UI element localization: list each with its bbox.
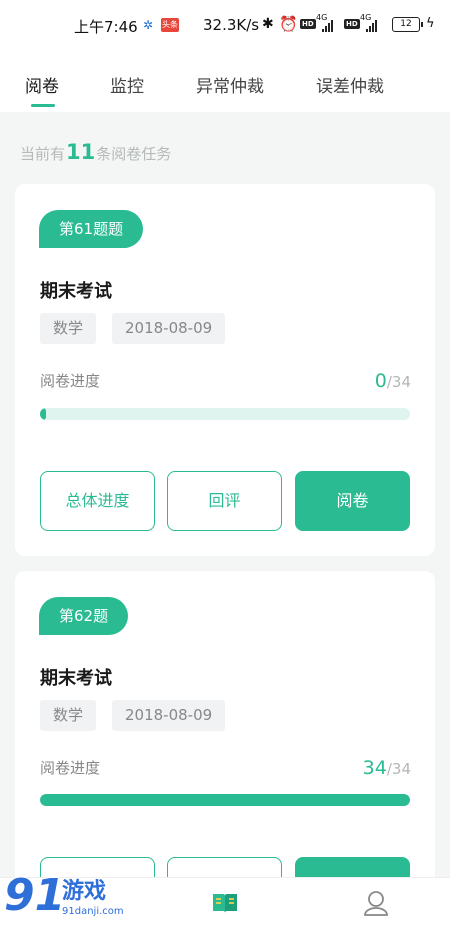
progress-total: /34 bbox=[386, 373, 411, 391]
progress-bar bbox=[40, 408, 410, 420]
progress-label: 阅卷进度 bbox=[40, 759, 101, 777]
subject-tag: 数学 bbox=[40, 313, 97, 344]
task-count-prefix: 当前有 bbox=[20, 145, 66, 163]
charging-icon: ϟ bbox=[426, 16, 435, 31]
progress-bar-fill bbox=[40, 408, 46, 420]
subject-tag: 数学 bbox=[40, 700, 97, 731]
bluetooth-icon: ✱ bbox=[262, 16, 274, 32]
site-watermark-logo: 91 游戏 91danji.com bbox=[2, 866, 142, 924]
question-badge: 第61题题 bbox=[39, 210, 144, 248]
task-card: 第61题题 期末考试 数学 2018-08-09 阅卷进度 0/34 总体进度 … bbox=[15, 184, 435, 556]
signal-icon bbox=[322, 20, 333, 32]
active-tab-indicator bbox=[31, 104, 55, 107]
hd-badge: HD bbox=[300, 19, 316, 29]
tab-error-arbitration[interactable]: 误差仲裁 bbox=[316, 72, 384, 97]
question-badge: 第62题 bbox=[39, 597, 129, 635]
task-count-number: 11 bbox=[66, 140, 96, 164]
review-button[interactable]: 回评 bbox=[167, 471, 282, 531]
grade-button[interactable]: 阅卷 bbox=[295, 471, 410, 531]
progress-label: 阅卷进度 bbox=[40, 372, 101, 390]
exam-name: 期末考试 bbox=[40, 281, 112, 302]
battery-icon: 12 bbox=[392, 17, 423, 32]
nav-profile-icon[interactable] bbox=[361, 888, 391, 918]
status-bar: 上午7:46 ✲ 头条 32.3K/s ✱ ⏰ HD 4G HD 4G 12 ϟ bbox=[0, 0, 450, 52]
progress-bar-fill bbox=[40, 794, 410, 806]
nav-grading-book-icon[interactable] bbox=[210, 888, 240, 918]
tab-bar: 阅卷 监控 异常仲裁 误差仲裁 bbox=[0, 52, 450, 112]
tab-exception-arbitration[interactable]: 异常仲裁 bbox=[196, 72, 264, 97]
alarm-icon: ⏰ bbox=[279, 15, 298, 33]
hd-badge: HD bbox=[344, 19, 360, 29]
tab-monitoring[interactable]: 监控 bbox=[110, 72, 144, 97]
status-time: 上午7:46 bbox=[74, 18, 138, 36]
progress-count: 34/34 bbox=[363, 757, 411, 779]
settings-icon: ✲ bbox=[143, 18, 154, 32]
svg-text:游戏: 游戏 bbox=[62, 878, 106, 904]
task-count-suffix: 条阅卷任务 bbox=[96, 145, 172, 163]
svg-text:91: 91 bbox=[4, 870, 65, 921]
date-tag: 2018-08-09 bbox=[112, 700, 226, 731]
progress-count: 0/34 bbox=[375, 370, 411, 392]
progress-done: 34 bbox=[362, 757, 387, 779]
svg-text:91danji.com: 91danji.com bbox=[62, 906, 124, 917]
progress-total: /34 bbox=[386, 760, 411, 778]
task-count-summary: 当前有11条阅卷任务 bbox=[20, 140, 171, 164]
network-speed: 32.3K/s bbox=[203, 16, 260, 34]
date-tag: 2018-08-09 bbox=[112, 313, 226, 344]
exam-name: 期末考试 bbox=[40, 668, 112, 689]
news-app-icon: 头条 bbox=[161, 18, 179, 32]
battery-level: 12 bbox=[400, 19, 412, 29]
overall-progress-button[interactable]: 总体进度 bbox=[40, 471, 155, 531]
progress-done: 0 bbox=[374, 370, 387, 392]
progress-bar bbox=[40, 794, 410, 806]
signal-icon bbox=[366, 20, 377, 32]
tab-grading[interactable]: 阅卷 bbox=[25, 72, 59, 97]
